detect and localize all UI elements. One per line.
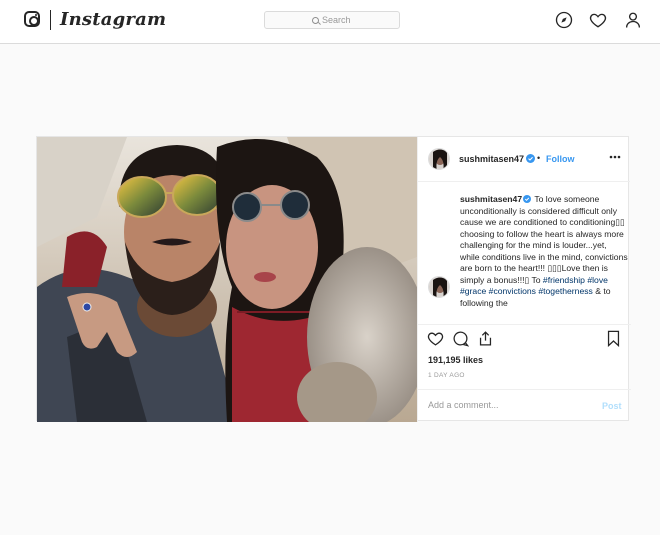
hashtag-link[interactable]: #togetherness bbox=[538, 286, 592, 296]
emoji-placeholder-icon: ▯▯ bbox=[615, 217, 625, 227]
like-heart-icon[interactable] bbox=[427, 330, 444, 347]
comment-input[interactable] bbox=[428, 400, 578, 410]
post-actions bbox=[418, 325, 631, 349]
hashtag-link[interactable]: #convictions bbox=[489, 286, 536, 296]
caption-avatar[interactable] bbox=[428, 276, 450, 298]
post-header: sushmitasen47 • Follow bbox=[418, 137, 630, 182]
search-icon bbox=[312, 16, 319, 24]
search-input[interactable] bbox=[322, 15, 352, 25]
comments-panel[interactable]: sushmitasen47 To love someone unconditio… bbox=[418, 182, 631, 325]
compass-icon[interactable] bbox=[555, 11, 573, 29]
separator-dot: • bbox=[537, 153, 541, 163]
avatar[interactable] bbox=[428, 148, 450, 170]
post-comment-button[interactable]: Post bbox=[602, 401, 622, 411]
comment-bubble-icon[interactable] bbox=[452, 330, 469, 347]
more-options-icon[interactable] bbox=[609, 155, 621, 159]
add-comment-bar: Post bbox=[418, 389, 631, 422]
post-age[interactable]: 1 DAY AGO bbox=[428, 372, 465, 379]
post-photo[interactable] bbox=[37, 137, 417, 422]
profile-icon[interactable] bbox=[624, 11, 642, 29]
post-card: sushmitasen47 • Follow sushmitasen47 To … bbox=[36, 136, 631, 422]
search-box[interactable] bbox=[264, 11, 400, 29]
post-sidebar: sushmitasen47 • Follow sushmitasen47 To … bbox=[417, 137, 631, 422]
heart-icon[interactable] bbox=[589, 11, 607, 29]
hashtag-link[interactable]: #love bbox=[587, 275, 608, 285]
verified-badge-icon bbox=[526, 154, 535, 163]
logo-divider bbox=[50, 10, 51, 30]
instagram-logo-icon[interactable] bbox=[24, 11, 40, 27]
share-icon[interactable] bbox=[477, 330, 494, 347]
emoji-placeholder-icon: ▯▯▯ bbox=[547, 263, 562, 273]
follow-button[interactable]: Follow bbox=[546, 154, 575, 164]
bookmark-icon[interactable] bbox=[605, 330, 622, 347]
likes-count[interactable]: 191,195 likes bbox=[428, 355, 483, 365]
hashtag-link[interactable]: #grace bbox=[460, 286, 486, 296]
instagram-wordmark[interactable]: Instagram bbox=[60, 9, 166, 30]
verified-badge-icon bbox=[523, 195, 532, 203]
post-caption: sushmitasen47 To love someone unconditio… bbox=[460, 194, 628, 309]
caption-username[interactable]: sushmitasen47 bbox=[460, 194, 522, 204]
top-nav-bar: Instagram bbox=[0, 0, 660, 44]
post-username[interactable]: sushmitasen47 bbox=[459, 154, 524, 164]
hashtag-link[interactable]: #friendship bbox=[543, 275, 585, 285]
post-photo-image bbox=[37, 137, 417, 422]
caption-text-4: To bbox=[529, 274, 543, 285]
